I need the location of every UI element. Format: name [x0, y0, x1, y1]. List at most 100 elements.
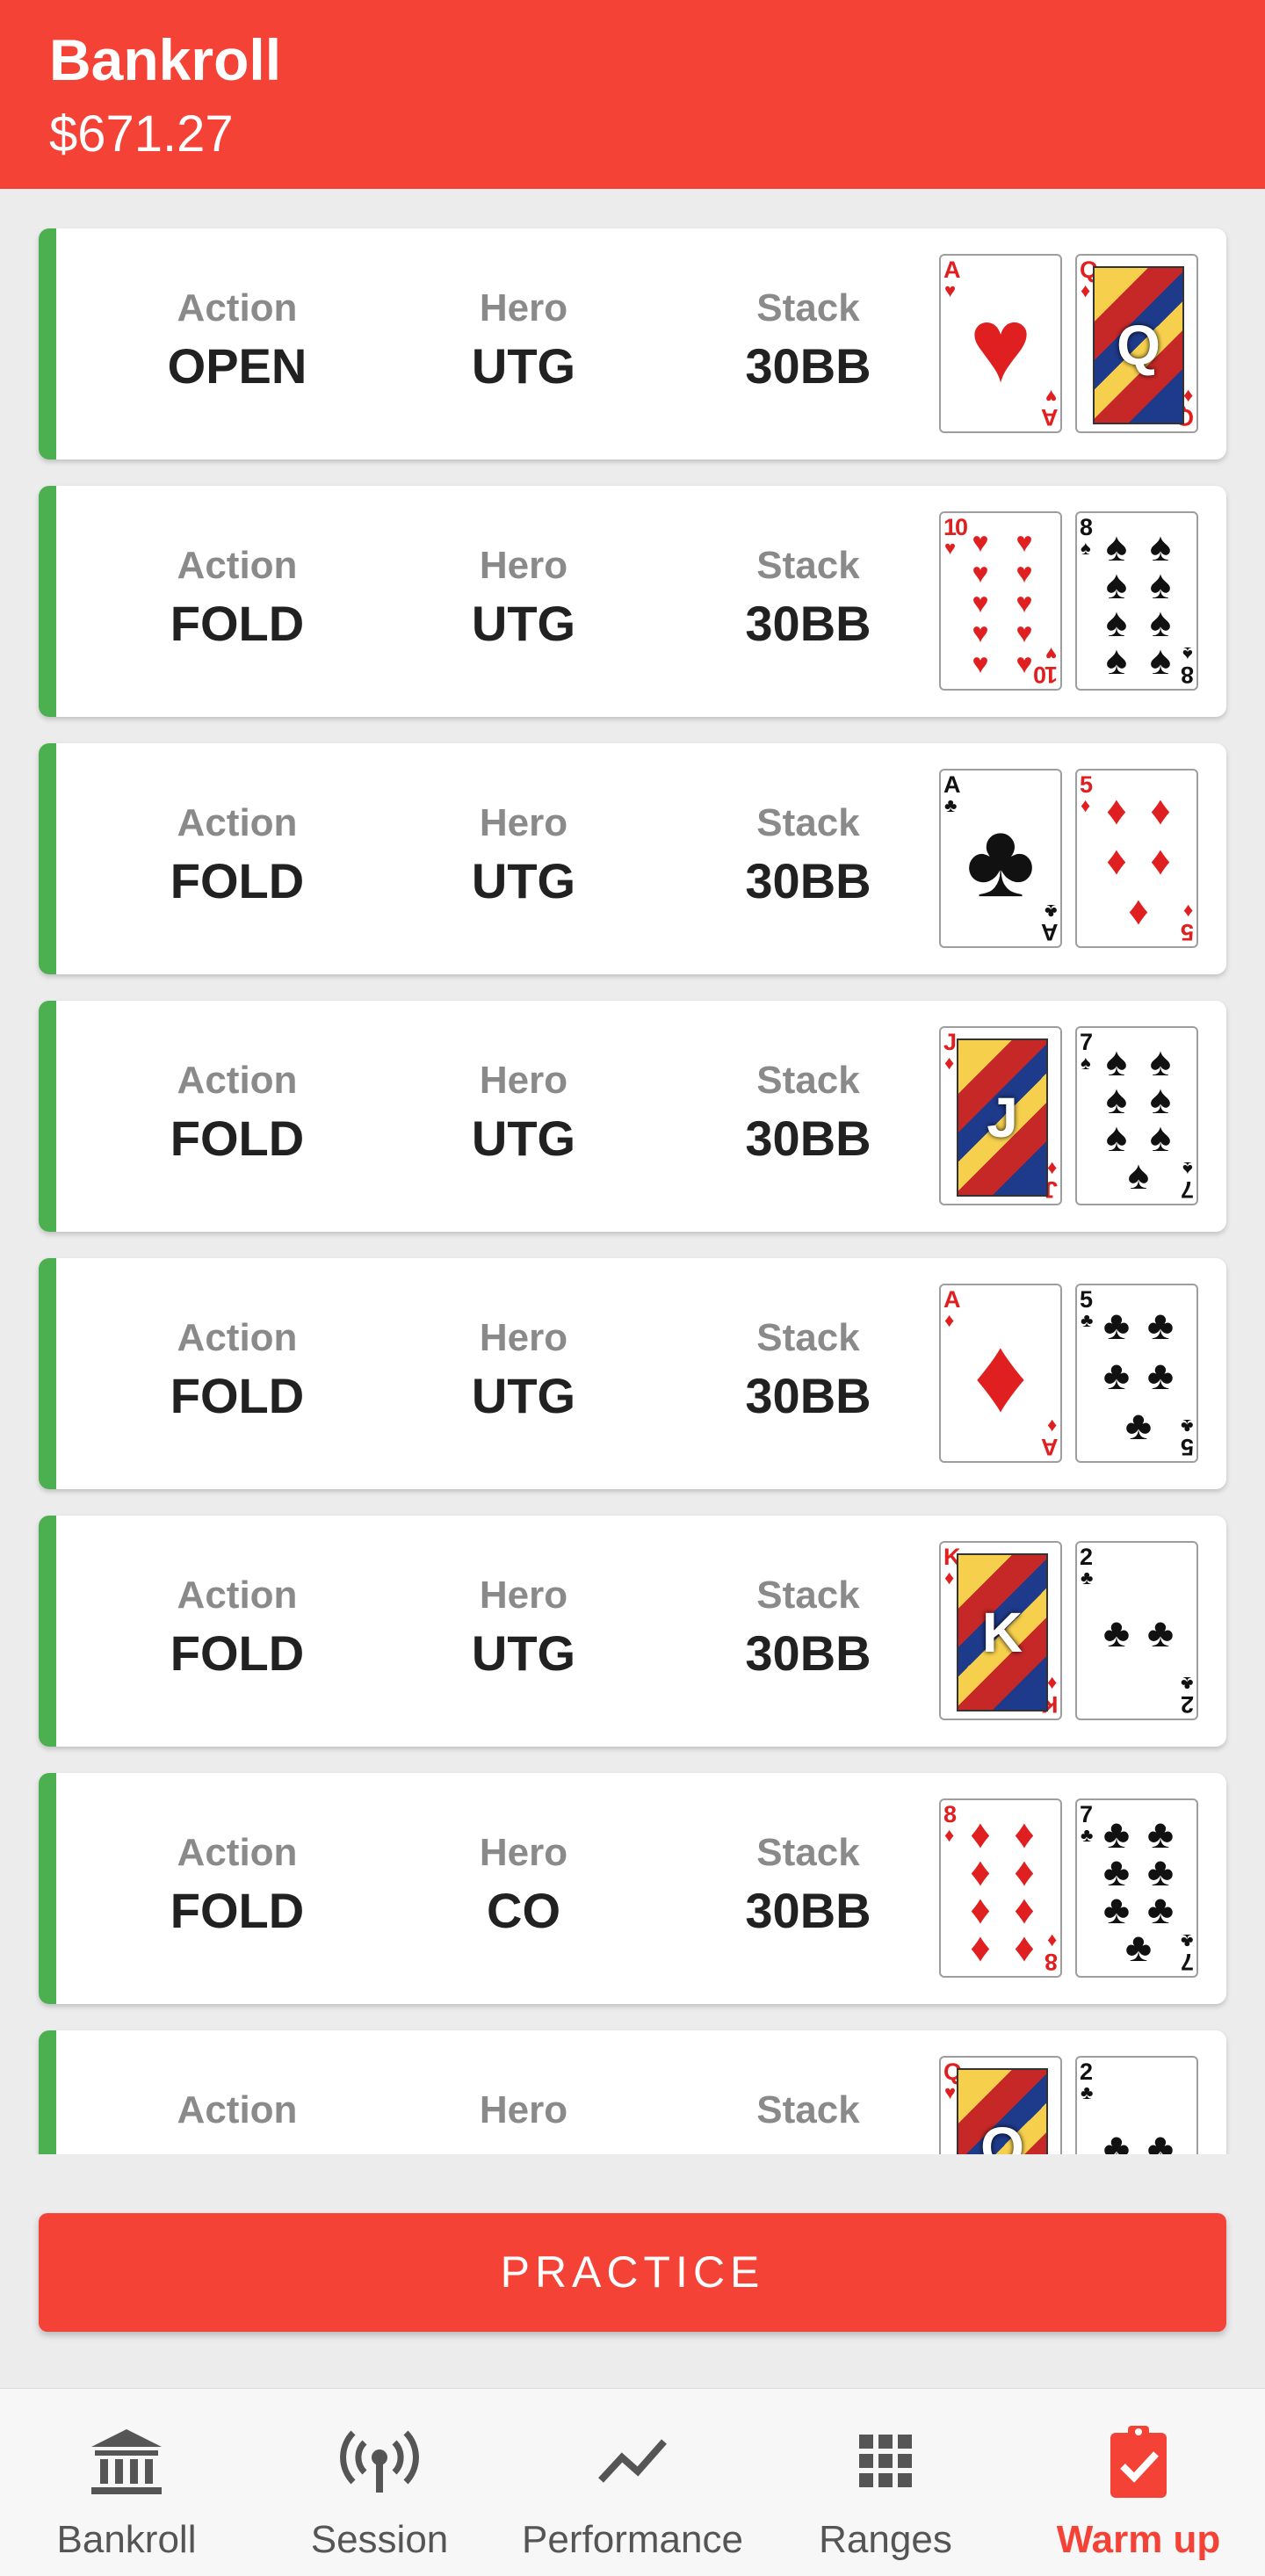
- card-pips: ♦ ♦ ♦ ♦ ♦: [1095, 785, 1182, 936]
- card-pips: ♠ ♠ ♠ ♠ ♠ ♠ ♠ ♠: [1095, 523, 1182, 680]
- hero-label: Hero: [479, 1059, 568, 1102]
- hand-card[interactable]: Action FOLD Hero CO Stack 30BB 8 ♦ 8 ♦ ♦ ♦ ♦ ♦ ♦ ♦ ♦ ♦ 7 ♣ 7…: [39, 1773, 1226, 2004]
- card-pips: ♣ ♣ ♣ ♣ ♣: [1095, 1299, 1182, 1451]
- playing-card: 5 ♣ 5 ♣ ♣ ♣ ♣ ♣ ♣: [1075, 1284, 1198, 1463]
- playing-card: 10 ♥ 10 ♥ ♥ ♥ ♥ ♥ ♥ ♥ ♥ ♥ ♥ ♥: [939, 511, 1062, 691]
- card-rank: 5: [1080, 1286, 1093, 1313]
- card-rank-bottom: 5: [1182, 919, 1194, 945]
- card-pip-icon: ♦: [970, 1923, 991, 1970]
- action-field: Action FOLD: [105, 798, 369, 914]
- action-value: FOLD: [170, 1883, 305, 1938]
- hero-label: Hero: [479, 1316, 568, 1359]
- nav-item-performance[interactable]: Performance: [506, 2389, 759, 2576]
- stack-value: 30BB: [745, 853, 871, 908]
- card-pip-icon: ♥: [972, 526, 989, 559]
- card-suit-bottom-icon: ♦: [1182, 386, 1193, 408]
- practice-button[interactable]: PRACTICE: [39, 2213, 1226, 2332]
- nav-item-warm-up[interactable]: Warm up: [1012, 2389, 1265, 2576]
- card-pip-icon: ♦: [1150, 786, 1171, 833]
- action-label: Action: [177, 2088, 298, 2131]
- action-value: FOLD: [170, 853, 305, 908]
- card-pip-icon: ♣: [1102, 1885, 1131, 1932]
- hand-card[interactable]: Action FOLD Hero UTG Stack 30BB J ♦ J ♦ J 7 ♠ 7 ♠ ♠ ♠ ♠ ♠ ♠…: [39, 1001, 1226, 1232]
- hero-field: Hero UTG: [392, 1055, 655, 1171]
- card-suit-icon: ♦: [944, 1567, 955, 1588]
- card-pip-icon: ♦: [1014, 1885, 1035, 1932]
- card-suit-icon: ♦: [1081, 794, 1091, 816]
- action-field: Action FOLD: [105, 1055, 369, 1171]
- card-pips: ♦ ♦ ♦ ♦ ♦ ♦ ♦ ♦: [958, 1813, 1046, 1970]
- card-rank: 2: [1080, 1544, 1093, 1570]
- card-pip-icon: ♥: [1016, 617, 1033, 649]
- card-suit-icon: ♠: [1081, 1052, 1091, 1074]
- hand-card[interactable]: Action FOLD Hero UTG Stack 30BB A ♦ A ♦ ♦ 5 ♣ 5 ♣ ♣ ♣ ♣ ♣ ♣: [39, 1258, 1226, 1489]
- stack-field: Stack 30BB: [676, 798, 940, 914]
- card-pip-icon: ♠: [1149, 523, 1172, 569]
- card-suit-bottom-icon: ♠: [1182, 1158, 1193, 1180]
- card-pips: ♠ ♠ ♠ ♠ ♠ ♠ ♠: [1095, 1041, 1182, 1195]
- action-field: Action OPEN: [105, 283, 369, 399]
- card-suit-icon: ♣: [1081, 1567, 1094, 1588]
- playing-card: 2♣2♣♣♣: [1075, 1541, 1198, 1720]
- hand-card[interactable]: Action OPEN Hero UTG Stack 30BB A ♥ A ♥ ♥ Q ♦ Q ♦ Q: [39, 228, 1226, 459]
- card-pip-icon: ♣: [1102, 1301, 1131, 1348]
- bottom-nav: Bankroll Session Performance Ranges Warm…: [0, 2388, 1265, 2576]
- nav-item-ranges[interactable]: Ranges: [759, 2389, 1012, 2576]
- card-rank: A: [943, 771, 960, 798]
- stack-field: Stack 30BB: [676, 1570, 940, 1686]
- card-pip-icon: ♦: [1150, 836, 1171, 883]
- card-rank: 2: [1080, 2059, 1093, 2085]
- playing-card: A ♣ A ♣ ♣: [939, 769, 1062, 948]
- grid-icon: [859, 2435, 912, 2487]
- action-label: Action: [177, 1574, 298, 1617]
- stack-field: Stack 30BB: [676, 1313, 940, 1429]
- card-rank-bottom: A: [1042, 919, 1059, 945]
- hero-value: UTG: [471, 1368, 576, 1423]
- card-rank: 8: [943, 1801, 957, 1827]
- action-label: Action: [177, 801, 298, 844]
- face-card-art: Q: [957, 2068, 1048, 2154]
- nav-label-bankroll: Bankroll: [56, 2518, 197, 2561]
- hand-card[interactable]: ActionHeroStackQ♥Q♥Q2♣2♣♣♣: [39, 2030, 1226, 2154]
- card-pip-icon: ♦: [1106, 786, 1127, 833]
- card-pip-icon: ♥: [1016, 647, 1033, 679]
- stack-label: Stack: [756, 1059, 860, 1102]
- action-label: Action: [177, 1831, 298, 1874]
- card-rank-bottom: A: [1042, 1434, 1059, 1460]
- stack-field: Stack 30BB: [676, 283, 940, 399]
- nav-item-bankroll[interactable]: Bankroll: [0, 2389, 253, 2576]
- status-accent-bar: [39, 743, 56, 974]
- hand-card[interactable]: Action FOLD Hero UTG Stack 30BB K ♦ K ♦ K 2 ♣ 2 ♣ ♣ ♣: [39, 1516, 1226, 1747]
- status-accent-bar: [39, 228, 56, 459]
- hero-field: Hero CO: [392, 1827, 655, 1943]
- stack-label: Stack: [756, 1831, 860, 1874]
- hand-card[interactable]: Action FOLD Hero UTG Stack 30BB A ♣ A ♣ ♣ 5 ♦ 5 ♦ ♦ ♦ ♦ ♦ ♦: [39, 743, 1226, 974]
- hand-list[interactable]: Action OPEN Hero UTG Stack 30BB A ♥ A ♥ ♥ Q ♦ Q ♦ Q Acti…: [0, 189, 1265, 2154]
- card-pip-icon: ♣: [1146, 1610, 1175, 1655]
- face-card-letter: Q: [1117, 314, 1160, 377]
- card-pip-icon: ♥: [972, 647, 989, 679]
- card-pip-icon: ♣: [1146, 1848, 1175, 1894]
- card-pip-icon: ♥: [1016, 586, 1033, 619]
- hero-field: Hero: [392, 2085, 655, 2136]
- playing-card: Q♥Q♥Q: [939, 2056, 1062, 2154]
- status-accent-bar: [39, 1516, 56, 1747]
- card-pip-icon: ♥: [972, 586, 989, 619]
- face-card-letter: Q: [980, 2116, 1024, 2154]
- playing-card: 8 ♦ 8 ♦ ♦ ♦ ♦ ♦ ♦ ♦ ♦ ♦: [939, 1798, 1062, 1978]
- card-rank: 5: [1080, 771, 1093, 798]
- playing-card: K ♦ K ♦ K: [939, 1541, 1062, 1720]
- card-pip-icon: ♠: [1149, 598, 1172, 645]
- card-pip-icon: ♣: [1102, 1810, 1131, 1856]
- card-pips: ♣ ♣ ♣ ♣ ♣ ♣ ♣: [1095, 1810, 1182, 1967]
- action-value: FOLD: [170, 1368, 305, 1423]
- status-accent-bar: [39, 2030, 56, 2154]
- card-suit-bottom-icon: ♠: [1182, 643, 1193, 665]
- hero-field: Hero UTG: [392, 540, 655, 656]
- hand-card[interactable]: Action FOLD Hero UTG Stack 30BB 10 ♥ 10 ♥ ♥ ♥ ♥ ♥ ♥ ♥ ♥ ♥…: [39, 486, 1226, 717]
- card-suit-icon: ♥: [944, 537, 957, 559]
- card-rank: 7: [1080, 1029, 1093, 1055]
- card-pip-icon: ♦: [1014, 1848, 1035, 1894]
- nav-item-session[interactable]: Session: [253, 2389, 506, 2576]
- action-field: Action FOLD: [105, 1313, 369, 1429]
